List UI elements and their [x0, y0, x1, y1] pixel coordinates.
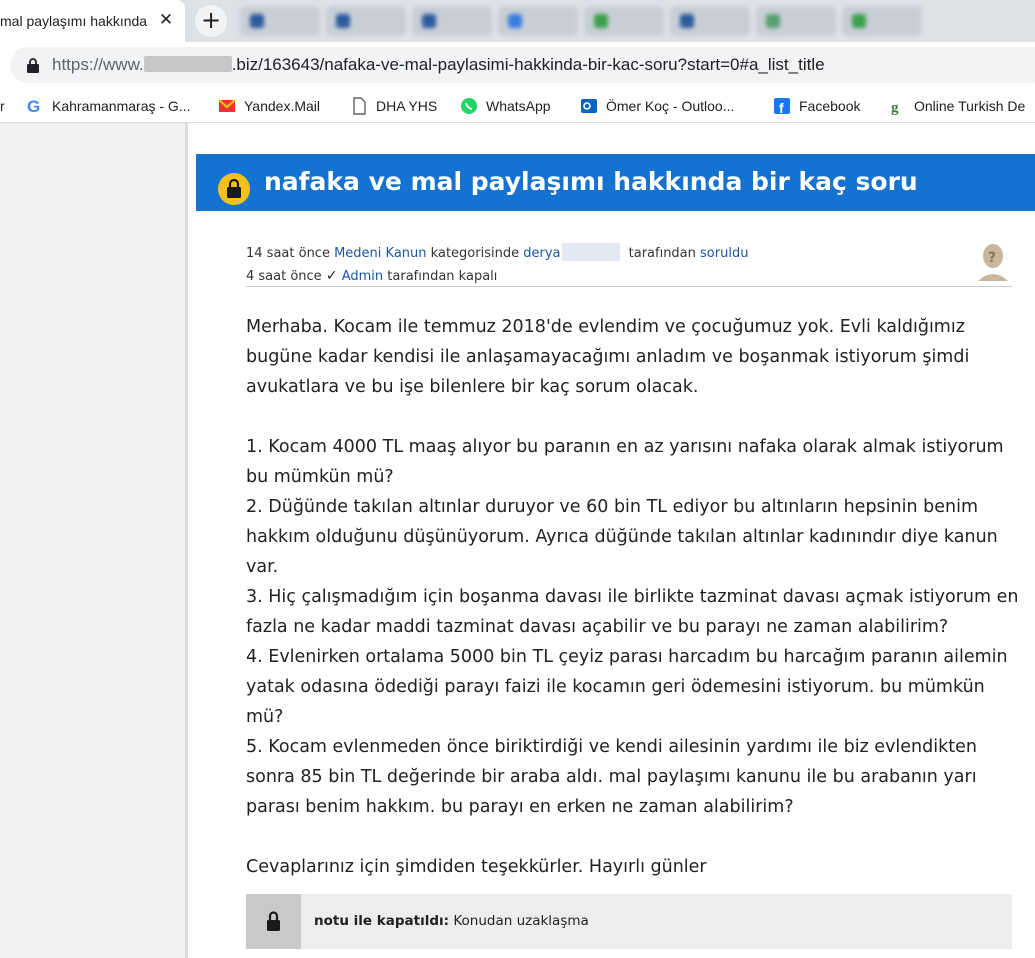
outlook-icon: [581, 99, 597, 113]
dictionary-icon: g: [891, 100, 899, 115]
blurred-tab[interactable]: [756, 6, 836, 36]
question-title-bar: nafaka ve mal paylaşımı hakkında bir kaç…: [196, 154, 1035, 211]
bookmarks-bar: r G Kahramanmaraş - G... Yandex.Mail DHA…: [0, 88, 1035, 123]
other-tabs: [240, 2, 1035, 38]
meta-closed: 4 saat önce ✓ Admin tarafından kapalı: [246, 268, 498, 284]
close-tab-icon[interactable]: ✕: [156, 10, 176, 30]
bookmark-facebook[interactable]: f Facebook: [773, 96, 860, 116]
bookmark-whatsapp[interactable]: WhatsApp: [460, 96, 551, 116]
lock-icon[interactable]: [26, 57, 40, 73]
bookmark-outlook[interactable]: Ömer Koç - Outloo...: [580, 96, 734, 116]
divider: [246, 286, 1012, 287]
new-tab-button[interactable]: +: [195, 5, 227, 37]
question-item-1: 1. Kocam 4000 TL maaş alıyor bu paranın …: [246, 437, 1004, 487]
blurred-tab[interactable]: [326, 6, 406, 36]
username-redaction: [562, 243, 621, 261]
question-item-4: 4. Evlenirken ortalama 5000 bin TL çeyiz…: [246, 647, 1008, 727]
active-tab[interactable]: mal paylaşımı hakkında ✕: [0, 0, 185, 42]
question-item-5: 5. Kocam evlenmeden önce biriktirdiği ve…: [246, 737, 977, 817]
meta-asked: 14 saat önce Medeni Kanun kategorisinde …: [246, 243, 1012, 265]
page-title: nafaka ve mal paylaşımı hakkında bir kaç…: [264, 167, 918, 196]
facebook-icon: f: [774, 98, 790, 115]
question-item-3: 3. Hiç çalışmadığım için boşanma davası …: [246, 587, 1019, 637]
browser-toolbar: https://www. .biz/163643/nafaka-ve-mal-pa…: [0, 42, 1035, 88]
question-body: Merhaba. Kocam ile temmuz 2018'de evlend…: [246, 312, 1026, 882]
bookmark-kahramanmaras[interactable]: G Kahramanmaraş - G...: [26, 96, 191, 116]
svg-text:G: G: [27, 97, 40, 115]
closed-reason: notu ile kapatıldı: Konudan uzaklaşma: [314, 913, 589, 929]
url-text[interactable]: https://www. .biz/163643/nafaka-ve-mal-pa…: [52, 55, 825, 75]
page-icon: [353, 97, 366, 115]
avatar[interactable]: ?: [975, 241, 1011, 281]
tab-title: mal paylaşımı hakkında: [0, 13, 148, 29]
bookmark-yandex-mail[interactable]: Yandex.Mail: [218, 96, 320, 116]
lock-icon: [267, 911, 280, 931]
blurred-tab[interactable]: [498, 6, 578, 36]
bookmark-dha-yhs[interactable]: DHA YHS: [350, 96, 437, 116]
blurred-tab[interactable]: [240, 6, 320, 36]
blurred-tab[interactable]: [842, 6, 922, 36]
admin-link[interactable]: Admin: [342, 269, 383, 284]
category-link[interactable]: Medeni Kanun: [334, 246, 426, 261]
yandex-mail-icon: [218, 99, 236, 112]
bookmark-online-turkish[interactable]: g Online Turkish De: [888, 96, 1025, 116]
check-icon: ✓: [325, 268, 338, 284]
address-bar[interactable]: https://www. .biz/163643/nafaka-ve-mal-pa…: [10, 47, 1035, 83]
left-margin: [0, 123, 188, 958]
question-intro: Merhaba. Kocam ile temmuz 2018'de evlend…: [246, 317, 970, 397]
blurred-tab[interactable]: [670, 6, 750, 36]
question-meta: 14 saat önce Medeni Kanun kategorisinde …: [246, 243, 1012, 287]
user-link[interactable]: derya: [523, 246, 560, 261]
question-closing: Cevaplarınız için şimdiden teşekkürler. …: [246, 857, 707, 877]
svg-text:f: f: [779, 100, 784, 115]
question-item-2: 2. Düğünde takılan altınlar duruyor ve 6…: [246, 497, 998, 577]
lock-icon: [218, 173, 250, 205]
whatsapp-icon: [461, 98, 477, 114]
svg-text:?: ?: [988, 250, 996, 266]
asked-link[interactable]: soruldu: [700, 246, 748, 261]
bookmark-partial[interactable]: r: [0, 96, 5, 116]
closed-lock-cell: [246, 894, 301, 949]
google-icon: G: [27, 97, 40, 115]
blurred-tab[interactable]: [584, 6, 664, 36]
blurred-tab[interactable]: [412, 6, 492, 36]
svg-text:g: g: [891, 100, 899, 115]
url-redaction: [143, 56, 232, 72]
tab-strip: mal paylaşımı hakkında ✕ +: [0, 0, 1035, 42]
closed-note: notu ile kapatıldı: Konudan uzaklaşma: [246, 894, 1012, 949]
